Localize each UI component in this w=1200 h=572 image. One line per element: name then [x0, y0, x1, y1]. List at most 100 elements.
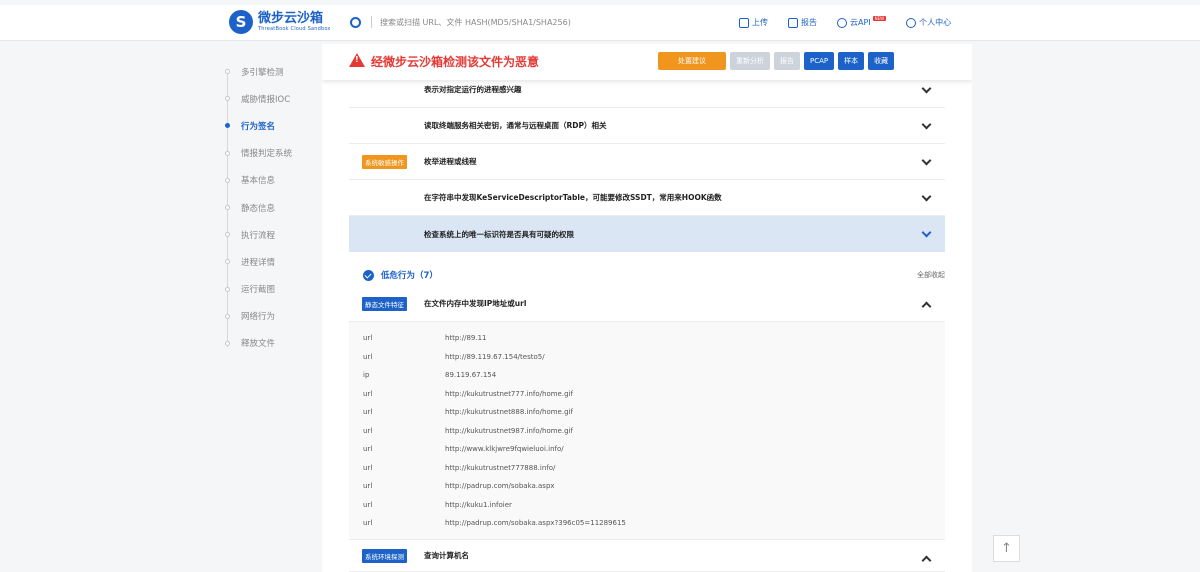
ioc-type: url — [363, 445, 373, 454]
logo-subtitle: ThreatBook Cloud Sandbox — [258, 25, 331, 32]
ioc-type: url — [363, 389, 373, 398]
signature-row[interactable]: 系统环境探测 查询计算机名 — [349, 540, 945, 572]
signature-list: 表示对指定运行的进程感兴趣 读取终端服务相关密钥，通常与远程桌面（RDP）相关 … — [349, 72, 945, 252]
sidebar-item-label: 多引擎检测 — [241, 67, 284, 78]
sidebar-item-behavior-signature[interactable]: 行为签名 — [222, 112, 322, 139]
sidebar-item-label: 运行截图 — [241, 285, 276, 296]
verdict-text: 经微步云沙箱检测该文件为恶意 — [371, 55, 540, 69]
chevron-down-icon[interactable] — [921, 83, 932, 94]
nav-upload[interactable]: 上传 — [739, 17, 768, 28]
sidebar-dot — [225, 259, 230, 265]
ioc-value: http://www.klkjwre9fqwieluoi.info/ — [445, 445, 564, 454]
chevron-up-icon[interactable] — [921, 301, 932, 312]
signature-row[interactable]: 读取终端服务相关密钥，通常与远程桌面（RDP）相关 — [349, 108, 945, 144]
sidebar-item-multi-engine[interactable]: 多引擎检测 — [222, 58, 322, 85]
verdict-bar: 经微步云沙箱检测该文件为恶意 处置建议 重新分析 报告 PCAP 样本 收藏 — [322, 44, 972, 80]
nav-report[interactable]: 报告 — [788, 17, 817, 28]
signature-text: 枚举进程或线程 — [424, 157, 477, 166]
sidebar-item-screenshots[interactable]: 运行截图 — [222, 276, 322, 303]
signature-text: 表示对指定运行的进程感兴趣 — [424, 85, 522, 94]
cloud-api-icon — [837, 17, 847, 28]
user-icon — [906, 17, 917, 28]
arrow-up-icon: ↑ — [1001, 541, 1012, 556]
nav-cloud-api[interactable]: 云API NEW — [837, 16, 887, 28]
back-to-top-button[interactable]: ↑ — [993, 535, 1020, 562]
ioc-item: url http://kuku1.infoier — [349, 496, 945, 515]
sample-button[interactable]: 样本 — [838, 52, 865, 70]
ioc-type: url — [363, 426, 373, 435]
sidebar-item-process-details[interactable]: 进程详情 — [222, 248, 322, 275]
sidebar-dot — [225, 123, 230, 129]
signature-row[interactable]: 系统敏感操作 枚举进程或线程 — [349, 144, 945, 180]
top-nav: 上传 报告 云API NEW 个人中心 — [739, 16, 971, 28]
sidebar-item-static-info[interactable]: 静态信息 — [222, 194, 322, 221]
sidebar-item-basic-info[interactable]: 基本信息 — [222, 167, 322, 194]
sidebar-dot — [225, 313, 230, 319]
report-button[interactable]: 报告 — [774, 52, 800, 70]
sidebar: 多引擎检测 威胁情报IOC 行为签名 情报判定系统 基本信息 静态信息 执行流程… — [222, 58, 322, 357]
action-buttons: 处置建议 重新分析 报告 PCAP 样本 收藏 — [658, 52, 898, 70]
ioc-value: http://kukutrustnet777.info/home.gif — [445, 389, 573, 398]
ioc-type: url — [363, 352, 373, 361]
ioc-item: url http://kukutrustnet987.info/home.gif — [349, 422, 945, 441]
ioc-type: url — [363, 463, 373, 472]
handle-advice-button[interactable]: 处置建议 — [658, 52, 726, 70]
sidebar-item-intel-judgement[interactable]: 情报判定系统 — [222, 140, 322, 167]
search-bar[interactable]: 搜索或扫描 URL、文件 HASH(MD5/SHA1/SHA256) — [350, 16, 571, 28]
ioc-value: http://padrup.com/sobaka.aspx — [445, 482, 555, 491]
chevron-down-icon[interactable] — [921, 119, 932, 130]
chevron-up-icon[interactable] — [921, 555, 932, 566]
search-icon[interactable] — [350, 16, 361, 28]
ioc-type: url — [363, 500, 373, 509]
sidebar-item-label: 情报判定系统 — [241, 149, 293, 160]
sidebar-item-label: 释放文件 — [241, 339, 276, 350]
ioc-type: url — [363, 408, 373, 417]
signature-text: 检查系统上的唯一标识符是否具有可疑的权限 — [424, 229, 574, 239]
sidebar-dot — [225, 150, 230, 156]
nav-report-label: 报告 — [801, 18, 817, 27]
sidebar-item-label: 执行流程 — [241, 230, 276, 241]
ioc-value: http://kukutrustnet987.info/home.gif — [445, 426, 573, 435]
sidebar-dot — [225, 96, 230, 102]
nav-user-center-label: 个人中心 — [919, 18, 952, 27]
nav-user-center[interactable]: 个人中心 — [906, 17, 951, 28]
category-tag: 静态文件特征 — [362, 296, 407, 311]
ioc-item: url http://padrup.com/sobaka.aspx?396c05=… — [349, 514, 945, 533]
chevron-down-icon[interactable] — [921, 155, 932, 166]
sidebar-item-execution-flow[interactable]: 执行流程 — [222, 221, 322, 248]
signature-text: 在文件内存中发现IP地址或url — [424, 299, 527, 308]
signature-text: 读取终端服务相关密钥，通常与远程桌面（RDP）相关 — [424, 121, 607, 130]
ioc-item: url http://kukutrustnet888.info/home.gif — [349, 403, 945, 422]
nav-upload-label: 上传 — [752, 18, 768, 27]
signature-row[interactable]: 检查系统上的唯一标识符是否具有可疑的权限 — [349, 216, 945, 252]
logo[interactable]: S 微步云沙箱 ThreatBook Cloud Sandbox — [229, 10, 331, 34]
category-tag: 系统环境探测 — [362, 548, 407, 563]
ioc-item: url http://89.119.67.154/testo5/ — [349, 348, 945, 367]
ioc-item: url http://padrup.com/sobaka.aspx — [349, 477, 945, 496]
chevron-down-icon[interactable] — [921, 191, 932, 202]
signature-row[interactable]: 静态文件特征 在文件内存中发现IP地址或url — [349, 286, 945, 322]
low-risk-title: 低危行为（7） — [381, 271, 438, 281]
search-input[interactable]: 搜索或扫描 URL、文件 HASH(MD5/SHA1/SHA256) — [380, 17, 571, 28]
sidebar-item-threat-ioc[interactable]: 威胁情报IOC — [222, 85, 322, 112]
sidebar-dot — [225, 177, 230, 183]
signature-row[interactable]: 在字符串中发现KeServiceDescriptorTable，可能要修改SSD… — [349, 180, 945, 216]
ioc-value: http://padrup.com/sobaka.aspx?396c05=112… — [445, 519, 626, 528]
pcap-button[interactable]: PCAP — [804, 52, 835, 70]
sidebar-item-label: 静态信息 — [241, 203, 276, 214]
reanalyze-button[interactable]: 重新分析 — [730, 52, 770, 70]
sidebar-item-network[interactable]: 网络行为 — [222, 303, 322, 330]
ioc-value: 89.119.67.154 — [445, 371, 497, 380]
ioc-table: url http://89.11 url http://89.119.67.154/… — [349, 322, 945, 540]
favorite-button[interactable]: 收藏 — [868, 52, 895, 70]
ioc-value: http://kuku1.infoier — [445, 500, 512, 509]
ioc-type: url — [363, 334, 373, 343]
sidebar-item-label: 网络行为 — [241, 312, 276, 323]
ioc-type: ip — [363, 371, 370, 380]
new-badge: NEW — [872, 16, 887, 21]
sidebar-item-dropped-files[interactable]: 释放文件 — [222, 330, 322, 357]
sidebar-item-label: 威胁情报IOC — [241, 94, 291, 105]
chevron-down-icon[interactable] — [921, 227, 932, 238]
collapse-all-button[interactable]: 全部收起 — [917, 270, 945, 280]
search-divider — [371, 16, 372, 28]
